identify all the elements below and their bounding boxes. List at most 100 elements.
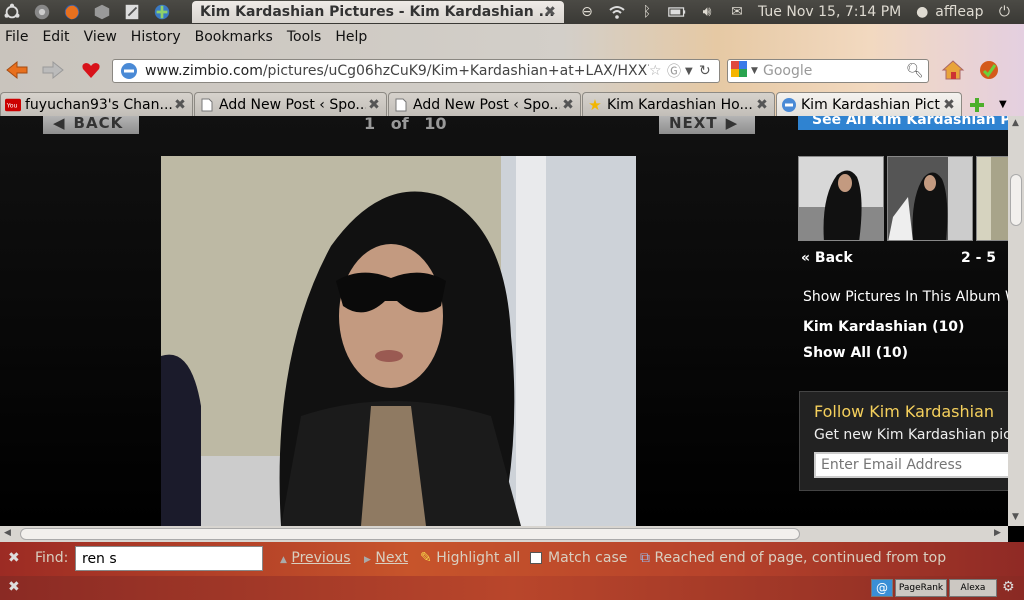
search-icon[interactable]: 🔍︎ (906, 63, 928, 79)
menu-view[interactable]: View (84, 29, 117, 45)
text-editor-icon[interactable] (120, 1, 144, 23)
chromium-icon[interactable] (30, 1, 54, 23)
thumbnail-4[interactable] (976, 156, 1008, 241)
page-info-icon[interactable]: Ⓖ (667, 61, 685, 81)
menu-help[interactable]: Help (335, 29, 367, 45)
find-status: ⧉ Reached end of page, continued from to… (640, 550, 947, 566)
bookmark-star-icon[interactable]: ☆ (649, 63, 667, 79)
filter-show-all-link[interactable]: Show All (10) (803, 345, 908, 361)
alexa-button[interactable]: Alexa (949, 579, 997, 597)
at-sign-icon[interactable]: @ (871, 579, 893, 597)
url-text[interactable]: www.zimbio.com/pictures/uCg06hzCuK9/Kim+… (141, 63, 649, 79)
right-triangle-icon: ▶ (725, 116, 739, 132)
see-all-pics-button[interactable]: See All Kim Kardashian Pics (798, 116, 1008, 130)
filter-kim-kardashian-link[interactable]: Kim Kardashian (10) (803, 319, 964, 335)
menu-history[interactable]: History (131, 29, 181, 45)
close-find-bar-icon[interactable]: ✖ (8, 550, 20, 566)
network-app-icon[interactable] (150, 1, 174, 23)
email-field[interactable] (814, 452, 1008, 478)
horizontal-scrollbar[interactable]: ◀ ▶ (0, 526, 1008, 542)
browser-chrome: File Edit View History Bookmarks Tools H… (0, 24, 1024, 116)
main-photo[interactable] (161, 156, 636, 526)
site-identity-icon[interactable] (117, 61, 141, 81)
battery-icon[interactable] (668, 4, 686, 20)
gallery-next-button[interactable]: NEXT ▶ (659, 116, 755, 134)
extension-icon[interactable] (976, 58, 1002, 82)
match-case-checkbox[interactable]: Match case (530, 550, 627, 566)
url-bar[interactable]: www.zimbio.com/pictures/uCg06hzCuK9/Kim+… (112, 59, 720, 83)
mail-icon[interactable]: ✉ (728, 4, 746, 20)
highlight-all-button[interactable]: ✎ Highlight all (420, 550, 520, 566)
home-icon[interactable] (940, 58, 966, 82)
svg-text:You: You (6, 102, 18, 109)
close-tab-icon[interactable]: ✖ (941, 97, 957, 113)
close-tab-icon[interactable]: ✖ (560, 97, 576, 113)
scroll-up-arrow-icon[interactable]: ▲ (1012, 118, 1019, 128)
close-window-icon[interactable]: ✖ (544, 4, 556, 20)
back-arrow-icon[interactable] (4, 58, 30, 82)
top-panel: Kim Kardashian Pictures - Kim Kardashian… (0, 0, 1024, 24)
scroll-right-arrow-icon[interactable]: ▶ (994, 528, 1001, 538)
youtube-icon: You (5, 97, 21, 113)
active-window-title[interactable]: Kim Kardashian Pictures - Kim Kardashian… (192, 1, 564, 23)
new-tab-icon[interactable] (965, 94, 989, 116)
wrap-info-icon: ⧉ (640, 550, 650, 566)
record-icon[interactable]: ⊖ (578, 4, 596, 20)
thumbnail-3[interactable] (887, 156, 973, 241)
pagerank-button[interactable]: PageRank (895, 579, 947, 597)
find-input[interactable] (75, 546, 263, 571)
addon-gear-icon[interactable]: ⚙ (1002, 579, 1015, 595)
tab-youtube-channel[interactable]: You fuyuchan93's Chan... ✖ (0, 92, 193, 116)
close-tab-icon[interactable]: ✖ (366, 97, 382, 113)
forward-arrow-icon[interactable] (40, 58, 66, 82)
google-icon[interactable] (731, 61, 751, 81)
web-page: ◀ BACK 1 of 10 NEXT ▶ See All Kim Kardas… (0, 116, 1008, 526)
checkbox-icon[interactable] (530, 552, 542, 564)
vertical-scroll-thumb[interactable] (1010, 174, 1022, 226)
vertical-scrollbar[interactable]: ▲ ▼ (1008, 116, 1024, 526)
star-icon: ★ (588, 95, 602, 114)
bluetooth-icon[interactable]: ᛒ (638, 4, 656, 20)
volume-icon[interactable]: 🔊︎ (698, 4, 716, 20)
find-previous-button[interactable]: ▲ Previous (280, 550, 351, 566)
close-tab-icon[interactable]: ✖ (172, 97, 188, 113)
dropdown-arrow-icon[interactable]: ▼ (685, 66, 699, 77)
tab-add-new-post-1[interactable]: Add New Post ‹ Spo... ✖ (194, 92, 387, 116)
wifi-icon[interactable] (608, 4, 626, 20)
menu-edit[interactable]: Edit (42, 29, 69, 45)
menu-tools[interactable]: Tools (287, 29, 322, 45)
gallery-back-button[interactable]: ◀ BACK (43, 116, 139, 134)
photo-illustration (161, 156, 636, 526)
search-engine-dropdown-icon[interactable]: ▼ (751, 66, 763, 76)
clock[interactable]: Tue Nov 15, 7:14 PM (758, 4, 901, 20)
menu-bookmarks[interactable]: Bookmarks (195, 29, 273, 45)
page-icon (199, 97, 215, 113)
close-status-icon[interactable]: ✖ (8, 579, 20, 595)
tab-add-new-post-2[interactable]: Add New Post ‹ Spo... ✖ (388, 92, 581, 116)
search-bar[interactable]: ▼ Google 🔍︎ (727, 59, 929, 83)
tab-strip: You fuyuchan93's Chan... ✖ Add New Post … (0, 90, 1024, 116)
find-next-button[interactable]: ▶ Next (364, 550, 408, 566)
cube-app-icon[interactable] (90, 1, 114, 23)
firefox-icon[interactable] (60, 1, 84, 23)
ubuntu-logo-icon[interactable] (0, 1, 24, 23)
find-bar: ✖ Find: ▲ Previous ▶ Next ✎ Highlight al… (0, 542, 1024, 576)
scroll-left-arrow-icon[interactable]: ◀ (4, 528, 11, 538)
reload-icon[interactable]: ↻ (699, 63, 719, 79)
tab-kim-kardashian-pictures[interactable]: Kim Kardashian Pict... ✖ (776, 92, 962, 116)
highlighter-icon: ✎ (420, 550, 432, 566)
search-input[interactable]: Google (763, 63, 906, 79)
thumbnail-2[interactable] (798, 156, 884, 241)
up-arrow-icon: ▲ (280, 555, 287, 565)
navigation-toolbar: www.zimbio.com/pictures/uCg06hzCuK9/Kim+… (0, 50, 1024, 90)
thumbnails-back-link[interactable]: « Back (801, 250, 853, 266)
tab-kim-kardashian-home[interactable]: ★ Kim Kardashian Ho... ✖ (582, 92, 775, 116)
tab-list-icon[interactable]: ▼ (999, 99, 1007, 110)
user-name[interactable]: affleap (935, 4, 983, 20)
scroll-down-arrow-icon[interactable]: ▼ (1012, 512, 1019, 522)
power-icon[interactable]: ⏻ (995, 4, 1013, 20)
heart-bookmark-icon[interactable] (78, 58, 104, 82)
horizontal-scroll-thumb[interactable] (20, 528, 800, 540)
menu-file[interactable]: File (5, 29, 28, 45)
close-tab-icon[interactable]: ✖ (754, 97, 770, 113)
